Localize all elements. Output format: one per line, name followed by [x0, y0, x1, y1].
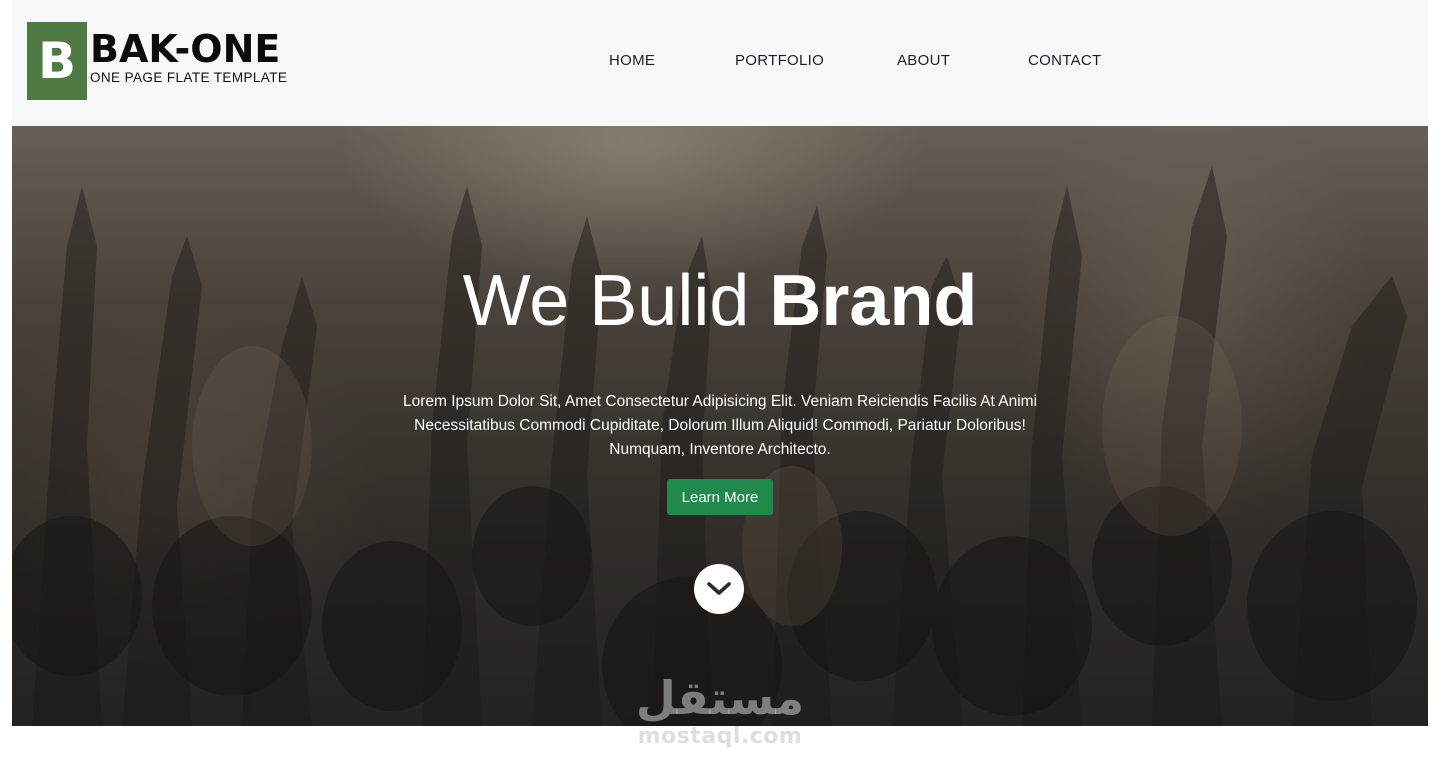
watermark-latin: mostaql.com [637, 724, 803, 749]
main-nav: HOME PORTFOLIO ABOUT CONTACT [12, 52, 1428, 76]
nav-item-portfolio[interactable]: PORTFOLIO [735, 52, 824, 69]
scroll-down-button[interactable] [694, 564, 744, 614]
hero-title-light: We Bulid [462, 261, 770, 341]
watermark-arabic: مستقل [635, 671, 805, 725]
chevron-down-icon [707, 582, 731, 595]
nav-item-contact[interactable]: CONTACT [1028, 52, 1101, 69]
hero-section: We Bulid Brand Lorem Ipsum Dolor Sit, Am… [12, 126, 1428, 726]
hero-title: We Bulid Brand [12, 258, 1428, 343]
learn-more-button[interactable]: Learn More [667, 479, 773, 515]
page-frame: B BAK-ONE ONE PAGE FLATE TEMPLATE HOME P… [12, 0, 1428, 726]
nav-item-about[interactable]: ABOUT [897, 52, 950, 69]
site-header: B BAK-ONE ONE PAGE FLATE TEMPLATE HOME P… [12, 0, 1428, 126]
hero-title-bold: Brand [769, 261, 978, 341]
hero-description: Lorem Ipsum Dolor Sit, Amet Consectetur … [402, 393, 1038, 458]
nav-item-home[interactable]: HOME [609, 52, 655, 69]
watermark: مستقل mostaql.com [620, 672, 820, 752]
